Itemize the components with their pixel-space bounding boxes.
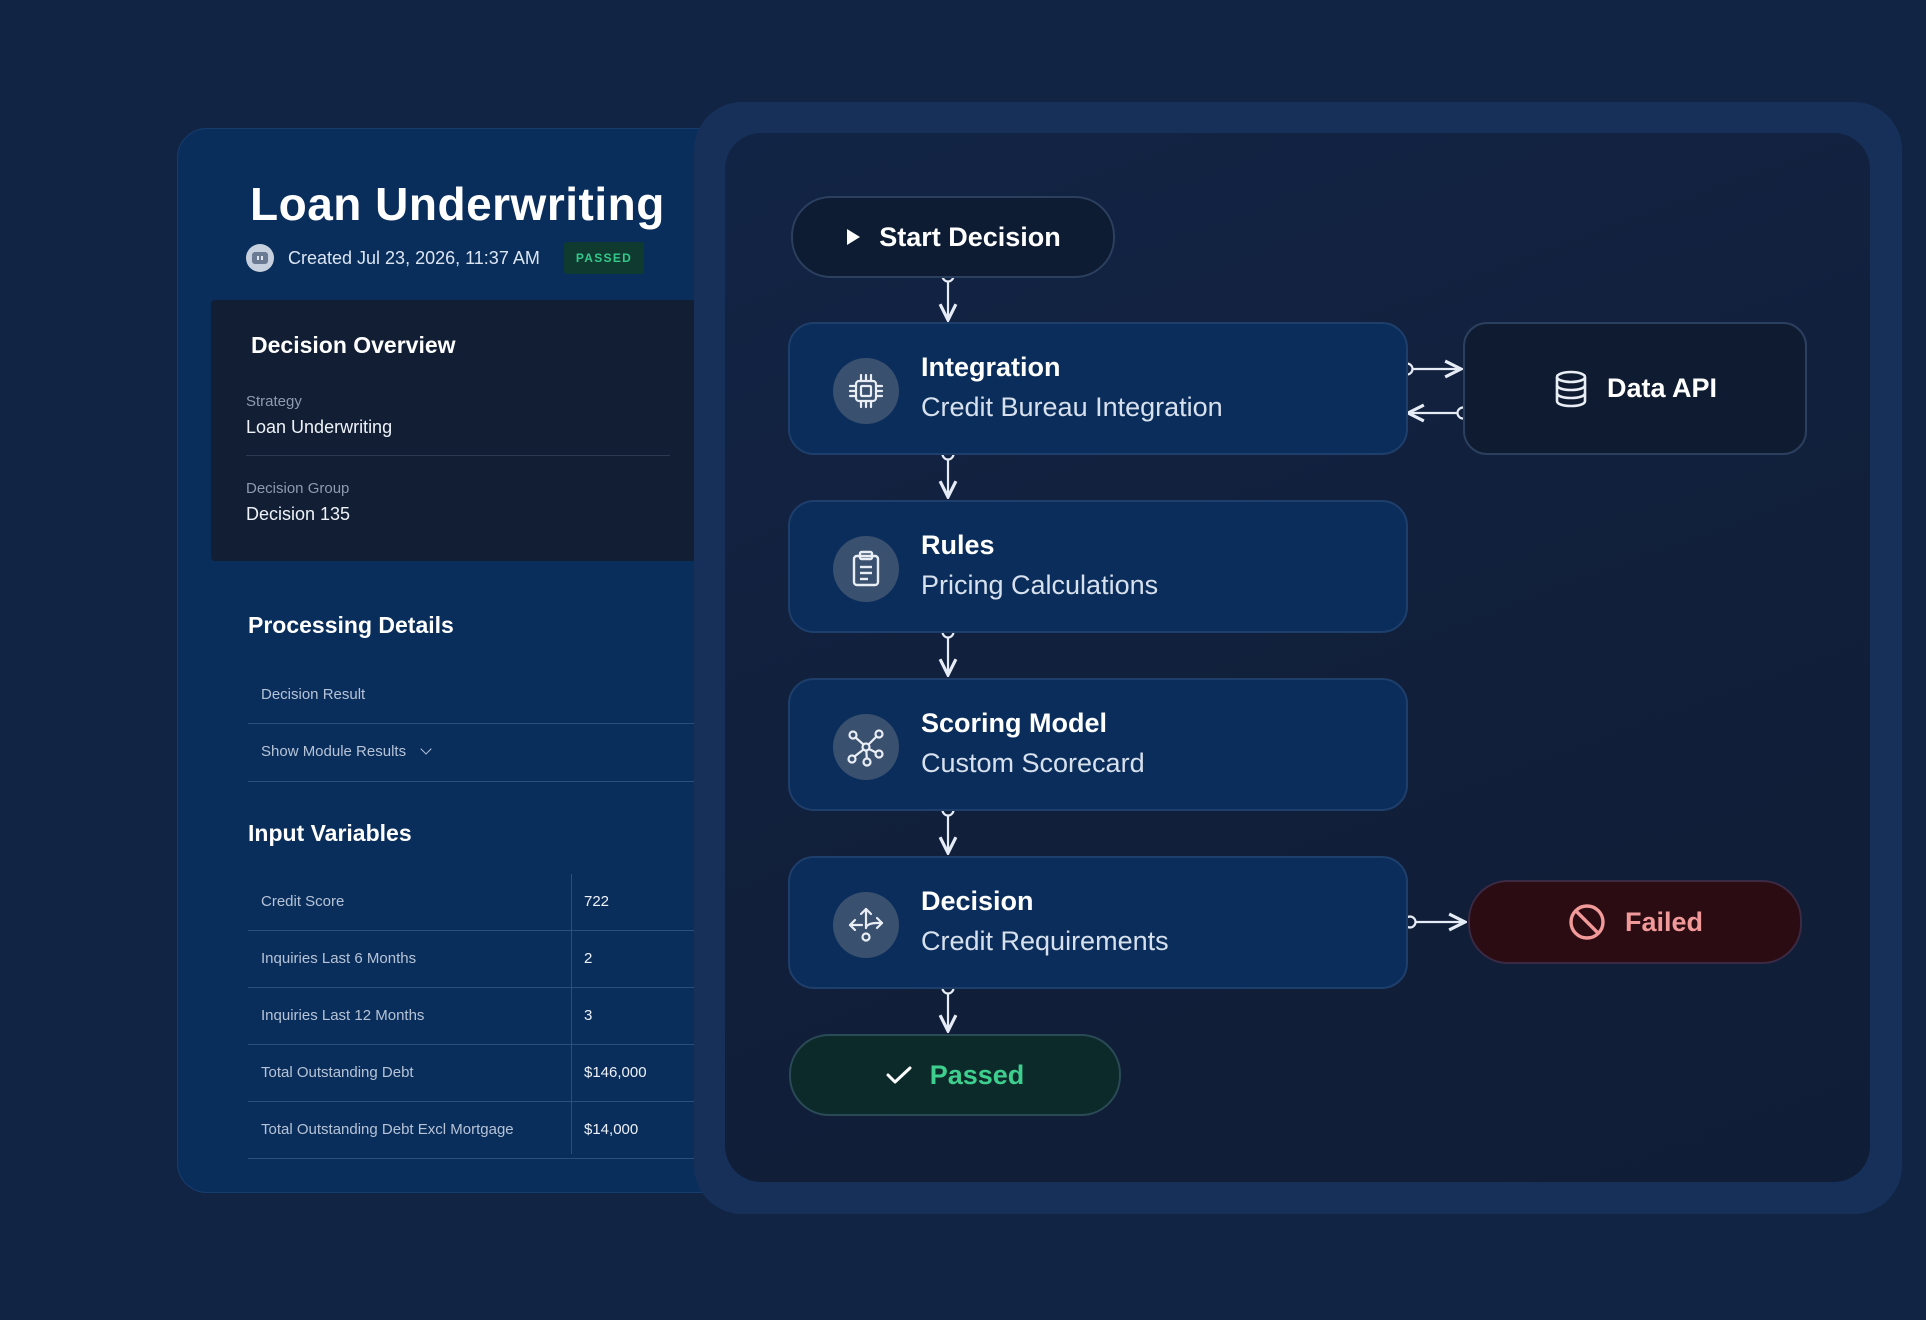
failed-label: Failed — [1624, 906, 1704, 937]
node-rules[interactable]: Rules Pricing Calculations — [788, 500, 1408, 633]
node-integration[interactable]: Integration Credit Bureau Integration — [788, 322, 1408, 455]
node-decision[interactable]: Decision Credit Requirements — [788, 856, 1408, 989]
checkmark-icon — [886, 1065, 912, 1085]
node-title: Decision — [921, 886, 1034, 916]
data-api-label: Data API — [1606, 373, 1718, 403]
data-api-node[interactable]: Data API — [1463, 322, 1807, 455]
database-icon — [1553, 369, 1589, 409]
play-icon — [845, 228, 861, 246]
node-subtitle: Pricing Calculations — [921, 570, 1159, 600]
network-icon — [833, 714, 899, 780]
passed-outcome[interactable]: Passed — [789, 1034, 1121, 1116]
start-decision-label: Start Decision — [879, 221, 1061, 252]
node-subtitle: Credit Requirements — [921, 926, 1169, 956]
clipboard-icon — [833, 536, 899, 602]
node-subtitle: Credit Bureau Integration — [921, 392, 1223, 422]
node-scoring-model[interactable]: Scoring Model Custom Scorecard — [788, 678, 1408, 811]
start-decision-button[interactable]: Start Decision — [791, 196, 1115, 278]
node-subtitle: Custom Scorecard — [921, 748, 1145, 778]
prohibited-icon — [1567, 902, 1607, 942]
failed-outcome[interactable]: Failed — [1468, 880, 1802, 964]
node-title: Integration — [921, 352, 1061, 382]
passed-label: Passed — [929, 1059, 1025, 1090]
node-title: Rules — [921, 530, 995, 560]
chip-icon — [833, 358, 899, 424]
split-arrows-icon — [833, 892, 899, 958]
node-title: Scoring Model — [921, 708, 1108, 738]
